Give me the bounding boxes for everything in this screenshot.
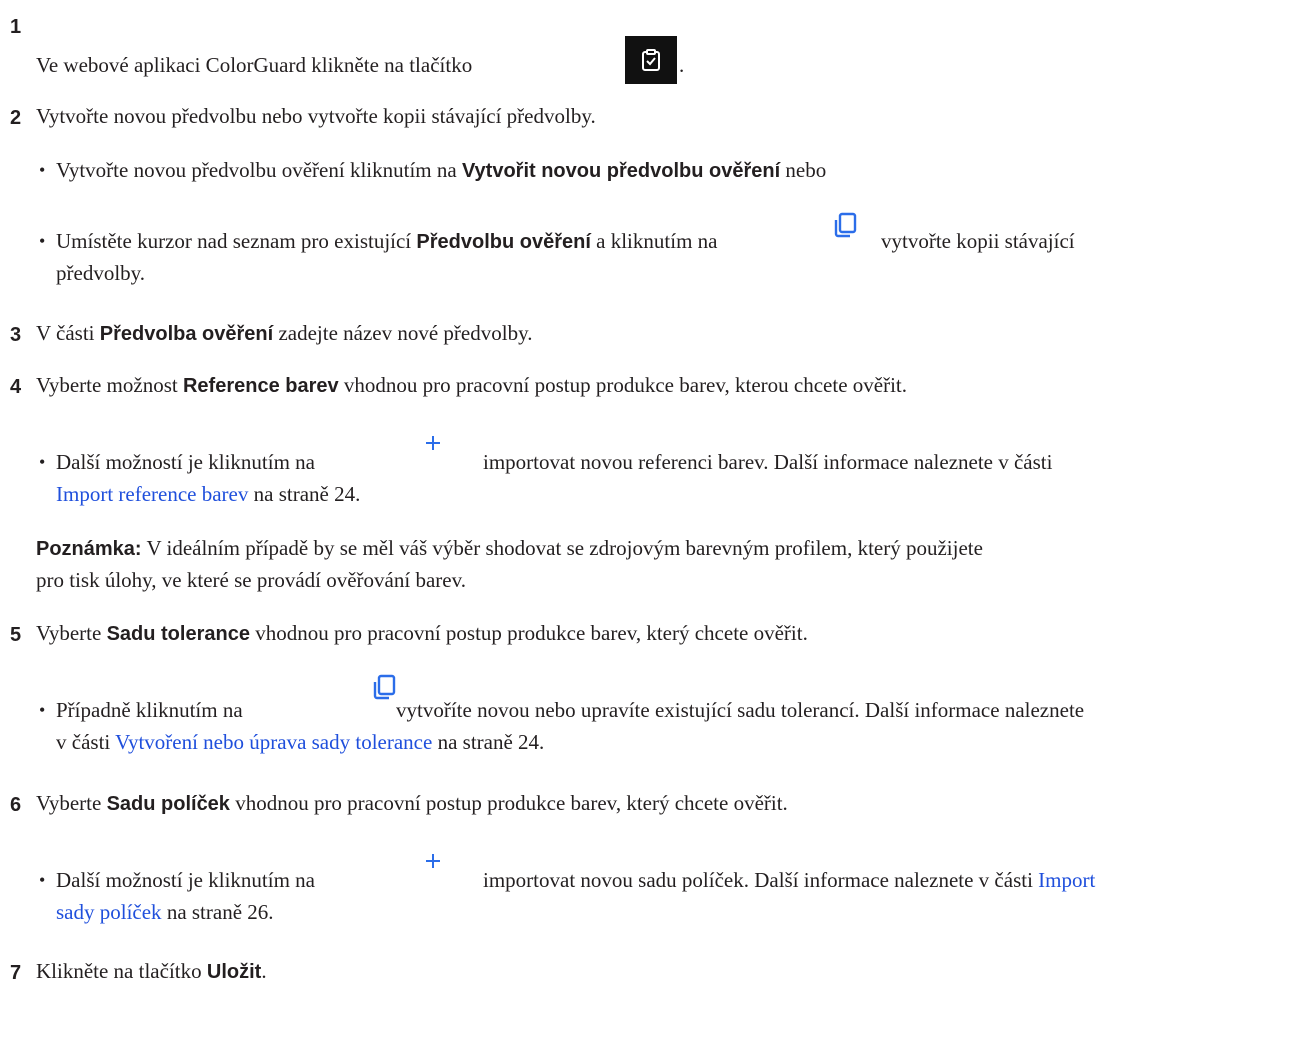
verify-preset-icon <box>625 36 677 84</box>
step-5a-text-cont: vytvoříte novou nebo upravíte existující… <box>396 698 1085 722</box>
step-5-text: Vyberte Sadu tolerance vhodnou pro praco… <box>36 621 808 645</box>
step-3-text: V části Předvolba ověření zadejte název … <box>36 321 533 345</box>
step-number: 1 <box>10 16 22 38</box>
link-import-reference[interactable]: Import reference barev <box>56 482 248 506</box>
link-create-tolerance[interactable]: Vytvoření nebo úprava sady tolerance <box>115 730 432 754</box>
step-6a-text-line2: sady políček na straně 26. <box>56 900 274 924</box>
bullet: • <box>39 160 46 180</box>
step-2b-text: Umístěte kurzor nad seznam pro existujíc… <box>56 229 718 253</box>
step-5a-text-line2: v části Vytvoření nebo úprava sady toler… <box>56 730 545 754</box>
note-text-line2: pro tisk úlohy, ve které se provádí ověř… <box>36 568 466 592</box>
plus-icon <box>413 846 453 876</box>
step-2a-text: Vytvořte novou předvolbu ověření kliknut… <box>56 158 827 182</box>
step-number: 2 <box>10 107 22 129</box>
step-number: 4 <box>10 376 22 398</box>
step-4a-text: Další možností je kliknutím na <box>56 450 315 474</box>
plus-icon <box>413 428 453 458</box>
bullet: • <box>39 870 46 890</box>
step-6-text: Vyberte Sadu políček vhodnou pro pracovn… <box>36 791 788 815</box>
step-4-text: Vyberte možnost Reference barev vhodnou … <box>36 373 908 397</box>
step-number: 5 <box>10 624 22 646</box>
step-6a-text: Další možností je kliknutím na <box>56 868 315 892</box>
step-number: 7 <box>10 962 22 984</box>
copy-icon <box>830 210 860 242</box>
step-2b-text-line2: předvolby. <box>56 261 146 285</box>
note-text: Poznámka: V ideálním případě by se měl v… <box>36 536 983 560</box>
step-5a-text: Případně kliknutím na <box>56 698 243 722</box>
link-import-patch-set[interactable]: Import <box>1038 868 1095 892</box>
step-1-text: Ve webové aplikaci ColorGuard klikněte n… <box>36 53 473 77</box>
step-number: 3 <box>10 324 22 346</box>
step-6a-text-cont: importovat novou sadu políček. Další inf… <box>483 868 1096 892</box>
link-import-patch-set-cont[interactable]: sady políček <box>56 900 162 924</box>
copy-icon <box>369 672 399 704</box>
step-7-text: Klikněte na tlačítko Uložit. <box>36 959 267 983</box>
bullet: • <box>39 231 46 251</box>
step-4a-text-cont: importovat novou referenci barev. Další … <box>483 450 1053 474</box>
bullet: • <box>39 700 46 720</box>
step-4a-text-line2: Import reference barev na straně 24. <box>56 482 361 506</box>
bullet: • <box>39 452 46 472</box>
step-2b-text-cont: vytvořte kopii stávající <box>881 229 1075 253</box>
step-2-text: Vytvořte novou předvolbu nebo vytvořte k… <box>36 104 596 128</box>
step-number: 6 <box>10 794 22 816</box>
step-1-end: . <box>679 53 685 77</box>
